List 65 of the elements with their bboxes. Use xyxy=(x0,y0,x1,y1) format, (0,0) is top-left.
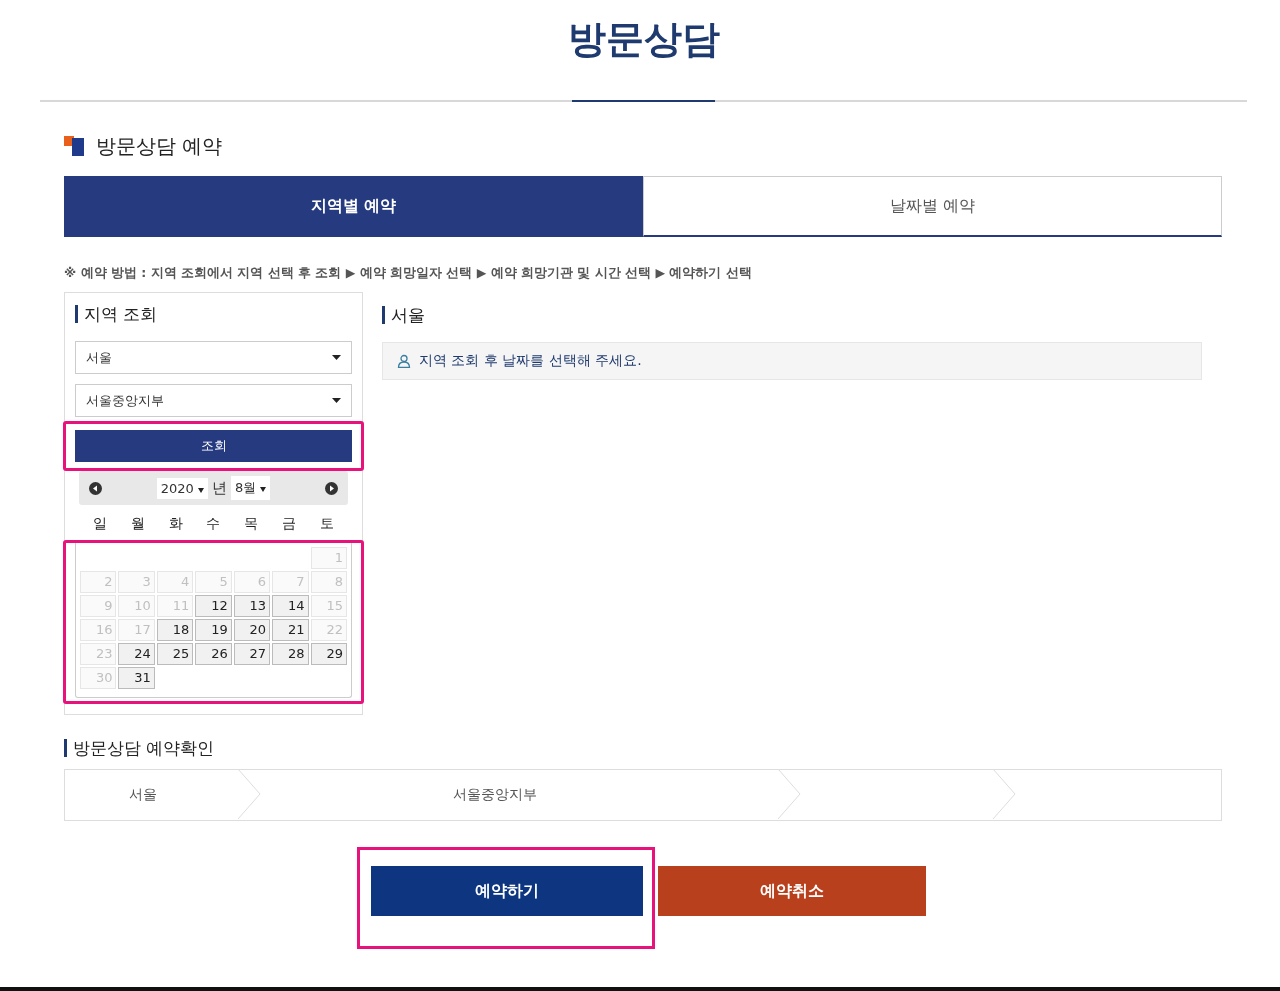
action-button[interactable]: 예약하기 xyxy=(371,866,643,916)
calendar-day: 30 xyxy=(80,667,117,689)
calendar-day[interactable]: 25 xyxy=(156,643,194,665)
year-select[interactable]: 2020 xyxy=(156,477,208,499)
calendar-day[interactable]: 18 xyxy=(156,619,194,641)
step-label: 서울중앙지부 xyxy=(453,786,537,804)
calendar-day[interactable]: 24 xyxy=(118,643,155,665)
calendar-day: 4 xyxy=(156,571,194,593)
calendar-day: 9 xyxy=(80,595,117,617)
weekday-label: 화 xyxy=(167,514,184,533)
month-select[interactable]: 8월 xyxy=(230,476,271,500)
caret-icon xyxy=(197,487,204,493)
year-suffix: 년 xyxy=(211,478,227,498)
previous-month-icon[interactable] xyxy=(89,481,102,495)
dropdown-select[interactable]: 서울중앙지부 xyxy=(75,384,352,417)
next-month-icon[interactable] xyxy=(325,481,338,495)
calendar-day[interactable]: 19 xyxy=(195,619,232,641)
calendar-day: 7 xyxy=(272,571,309,593)
calendar-day[interactable]: 20 xyxy=(233,619,271,641)
section-subtitle: 방문상담 예약확인 xyxy=(64,739,1222,757)
panel-title: 서울 xyxy=(382,306,1202,324)
guide-text: ※ 예약 방법 : 지역 조회에서 지역 선택 후 조회 ▶ 예약 희망일자 선택 ▶ 예약 희망기관 및 시간 선택 ▶ 예약하기 선택 xyxy=(64,265,753,282)
section-title: 방문상담 예약 xyxy=(96,132,223,160)
weekday-label: 월 xyxy=(129,514,146,533)
calendar-day: 10 xyxy=(118,595,155,617)
person-icon xyxy=(397,354,411,368)
weekday-label: 금 xyxy=(281,514,298,533)
search-button[interactable]: 조회 xyxy=(75,430,352,462)
dropdown-select[interactable]: 서울 xyxy=(75,341,352,374)
weekday-label: 토 xyxy=(319,514,336,533)
calendar-day[interactable]: 27 xyxy=(233,643,271,665)
notice-text: 지역 조회 후 날짜를 선택해 주세요. xyxy=(419,352,642,370)
calendar-day: 6 xyxy=(233,571,271,593)
tab[interactable]: 지역별 예약 xyxy=(64,176,643,237)
caret-icon xyxy=(260,487,267,492)
calendar-day[interactable]: 26 xyxy=(195,643,232,665)
calendar-day: 23 xyxy=(80,643,117,665)
step-label: 서울 xyxy=(128,786,157,804)
tab[interactable]: 날짜별 예약 xyxy=(643,176,1222,237)
calendar-day[interactable]: 14 xyxy=(272,595,309,617)
caret-icon xyxy=(332,398,341,403)
weekday-label: 일 xyxy=(91,514,108,533)
calendar-day: 22 xyxy=(310,619,347,641)
calendar-day: 11 xyxy=(156,595,194,617)
calendar-day: 2 xyxy=(80,571,117,593)
weekday-label: 수 xyxy=(205,514,222,533)
calendar-day: 16 xyxy=(80,619,117,641)
calendar-day: 8 xyxy=(310,571,347,593)
calendar-day[interactable]: 31 xyxy=(118,667,155,689)
calendar-day: 3 xyxy=(118,571,155,593)
calendar-day: 1 xyxy=(310,547,347,569)
calendar-day[interactable]: 12 xyxy=(195,595,232,617)
caret-icon xyxy=(332,355,341,360)
square-logo-icon xyxy=(64,136,84,156)
calendar-day: 15 xyxy=(310,595,347,617)
calendar-day[interactable]: 21 xyxy=(272,619,309,641)
calendar-day[interactable]: 13 xyxy=(233,595,271,617)
calendar-day[interactable]: 28 xyxy=(272,643,309,665)
calendar-day: 17 xyxy=(118,619,155,641)
weekday-label: 목 xyxy=(243,514,260,533)
action-button[interactable]: 예약취소 xyxy=(658,866,926,916)
panel-title: 지역 조회 xyxy=(75,305,352,323)
calendar-day[interactable]: 29 xyxy=(310,643,347,665)
calendar-day: 5 xyxy=(195,571,232,593)
page-title: 방문상담 xyxy=(567,16,720,63)
